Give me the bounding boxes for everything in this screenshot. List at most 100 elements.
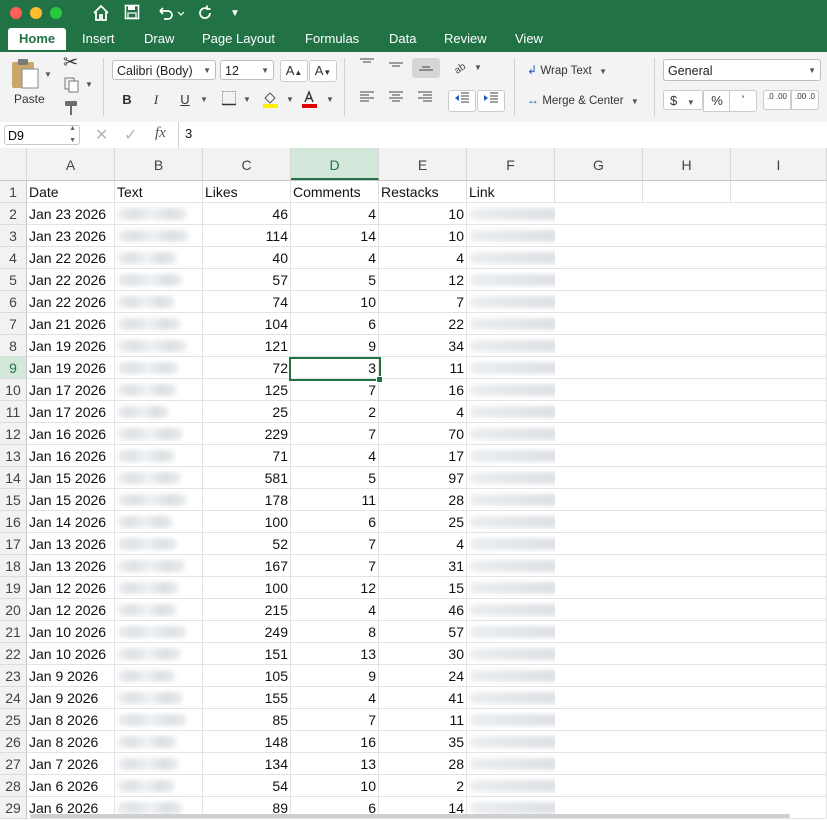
cell-text[interactable] [115, 555, 203, 577]
cell-likes[interactable]: 178 [203, 489, 291, 511]
cell-restacks[interactable]: 10 [379, 203, 467, 225]
copy-dropdown-icon[interactable]: ▼ [85, 80, 93, 89]
cell-comments[interactable]: 10 [291, 775, 379, 797]
cell-text[interactable] [115, 445, 203, 467]
cell[interactable] [731, 555, 827, 577]
decrease-indent-button[interactable] [448, 90, 476, 112]
cell[interactable] [555, 687, 643, 709]
cancel-entry-icon[interactable]: ✕ [95, 125, 108, 145]
cell-date[interactable]: Jan 15 2026 [27, 467, 115, 489]
cell[interactable] [555, 555, 643, 577]
cell-comments[interactable]: 9 [291, 335, 379, 357]
cell-restacks[interactable]: 17 [379, 445, 467, 467]
cell-date[interactable]: Jan 22 2026 [27, 247, 115, 269]
cell-link[interactable] [467, 313, 555, 335]
cell-date[interactable]: Jan 23 2026 [27, 203, 115, 225]
cell[interactable] [555, 401, 643, 423]
cell-link[interactable] [467, 225, 555, 247]
cell[interactable] [731, 621, 827, 643]
cell-comments[interactable]: 7 [291, 555, 379, 577]
cell-restacks[interactable]: 57 [379, 621, 467, 643]
tab-page-layout[interactable]: Page Layout [191, 28, 286, 52]
save-icon[interactable] [124, 4, 140, 25]
cell-comments[interactable]: 5 [291, 269, 379, 291]
select-all-corner[interactable] [0, 148, 27, 180]
cell-date[interactable]: Jan 16 2026 [27, 445, 115, 467]
cell-comments[interactable]: 6 [291, 313, 379, 335]
cell-text[interactable] [115, 577, 203, 599]
column-header-d[interactable]: D [291, 148, 379, 180]
cell[interactable] [643, 445, 731, 467]
cell-likes[interactable]: 104 [203, 313, 291, 335]
cell-text[interactable] [115, 291, 203, 313]
cell-text[interactable] [115, 269, 203, 291]
cell-restacks[interactable]: 46 [379, 599, 467, 621]
underline-dropdown-icon[interactable]: ▼ [200, 95, 208, 104]
cell-date[interactable]: Jan 15 2026 [27, 489, 115, 511]
cell-text[interactable] [115, 357, 203, 379]
row-header[interactable]: 5 [0, 269, 27, 291]
font-color-button[interactable] [298, 90, 320, 110]
cell-date[interactable]: Jan 22 2026 [27, 291, 115, 313]
font-size-dropdown[interactable]: 12 ▼ [220, 60, 274, 80]
cell-restacks[interactable]: 97 [379, 467, 467, 489]
cell[interactable] [731, 467, 827, 489]
cell[interactable] [555, 665, 643, 687]
row-header[interactable]: 10 [0, 379, 27, 401]
tab-data[interactable]: Data [378, 28, 427, 52]
cell[interactable] [731, 643, 827, 665]
cell-likes[interactable]: 25 [203, 401, 291, 423]
cell-restacks[interactable]: 22 [379, 313, 467, 335]
increase-indent-button[interactable] [477, 90, 505, 112]
align-left-button[interactable] [356, 90, 378, 110]
formula-input[interactable]: 3 [185, 126, 192, 141]
number-format-dropdown[interactable]: General ▼ [663, 59, 821, 81]
cell-likes[interactable]: 167 [203, 555, 291, 577]
cell-date[interactable]: Jan 13 2026 [27, 533, 115, 555]
cell[interactable] [555, 357, 643, 379]
cell-link[interactable] [467, 533, 555, 555]
borders-dropdown-icon[interactable]: ▼ [243, 95, 251, 104]
cell[interactable] [643, 291, 731, 313]
align-top-button[interactable] [356, 58, 378, 78]
cell-restacks[interactable]: 4 [379, 401, 467, 423]
cell[interactable] [731, 753, 827, 775]
cell[interactable] [555, 599, 643, 621]
cell-text[interactable] [115, 599, 203, 621]
cell[interactable] [731, 489, 827, 511]
cell-text[interactable] [115, 203, 203, 225]
cell-link[interactable] [467, 577, 555, 599]
cell-restacks[interactable]: 7 [379, 291, 467, 313]
cell-restacks[interactable]: 30 [379, 643, 467, 665]
minimize-window-button[interactable] [30, 7, 42, 19]
cell-restacks[interactable]: 4 [379, 247, 467, 269]
cell[interactable] [643, 533, 731, 555]
header-cell-date[interactable]: Date [27, 181, 115, 203]
row-header[interactable]: 29 [0, 797, 27, 819]
cell[interactable] [731, 181, 827, 203]
cell-text[interactable] [115, 643, 203, 665]
cell-comments[interactable]: 13 [291, 753, 379, 775]
paste-dropdown-icon[interactable]: ▼ [44, 70, 52, 79]
copy-icon[interactable] [63, 76, 81, 97]
cell[interactable] [555, 269, 643, 291]
cell[interactable] [643, 379, 731, 401]
cell[interactable] [643, 709, 731, 731]
undo-icon[interactable] [156, 4, 185, 27]
tab-view[interactable]: View [504, 28, 554, 52]
cell-date[interactable]: Jan 19 2026 [27, 357, 115, 379]
cell-date[interactable]: Jan 22 2026 [27, 269, 115, 291]
cell-link[interactable] [467, 247, 555, 269]
cell-restacks[interactable]: 31 [379, 555, 467, 577]
cell[interactable] [731, 445, 827, 467]
row-header[interactable]: 4 [0, 247, 27, 269]
cell-link[interactable] [467, 445, 555, 467]
insert-function-icon[interactable]: fx [155, 125, 166, 142]
cell-likes[interactable]: 134 [203, 753, 291, 775]
cell[interactable] [643, 687, 731, 709]
accounting-format-button[interactable]: $ ▼ [663, 90, 703, 110]
cell-restacks[interactable]: 15 [379, 577, 467, 599]
cell[interactable] [731, 247, 827, 269]
cell-restacks[interactable]: 11 [379, 357, 467, 379]
row-header[interactable]: 1 [0, 181, 27, 203]
